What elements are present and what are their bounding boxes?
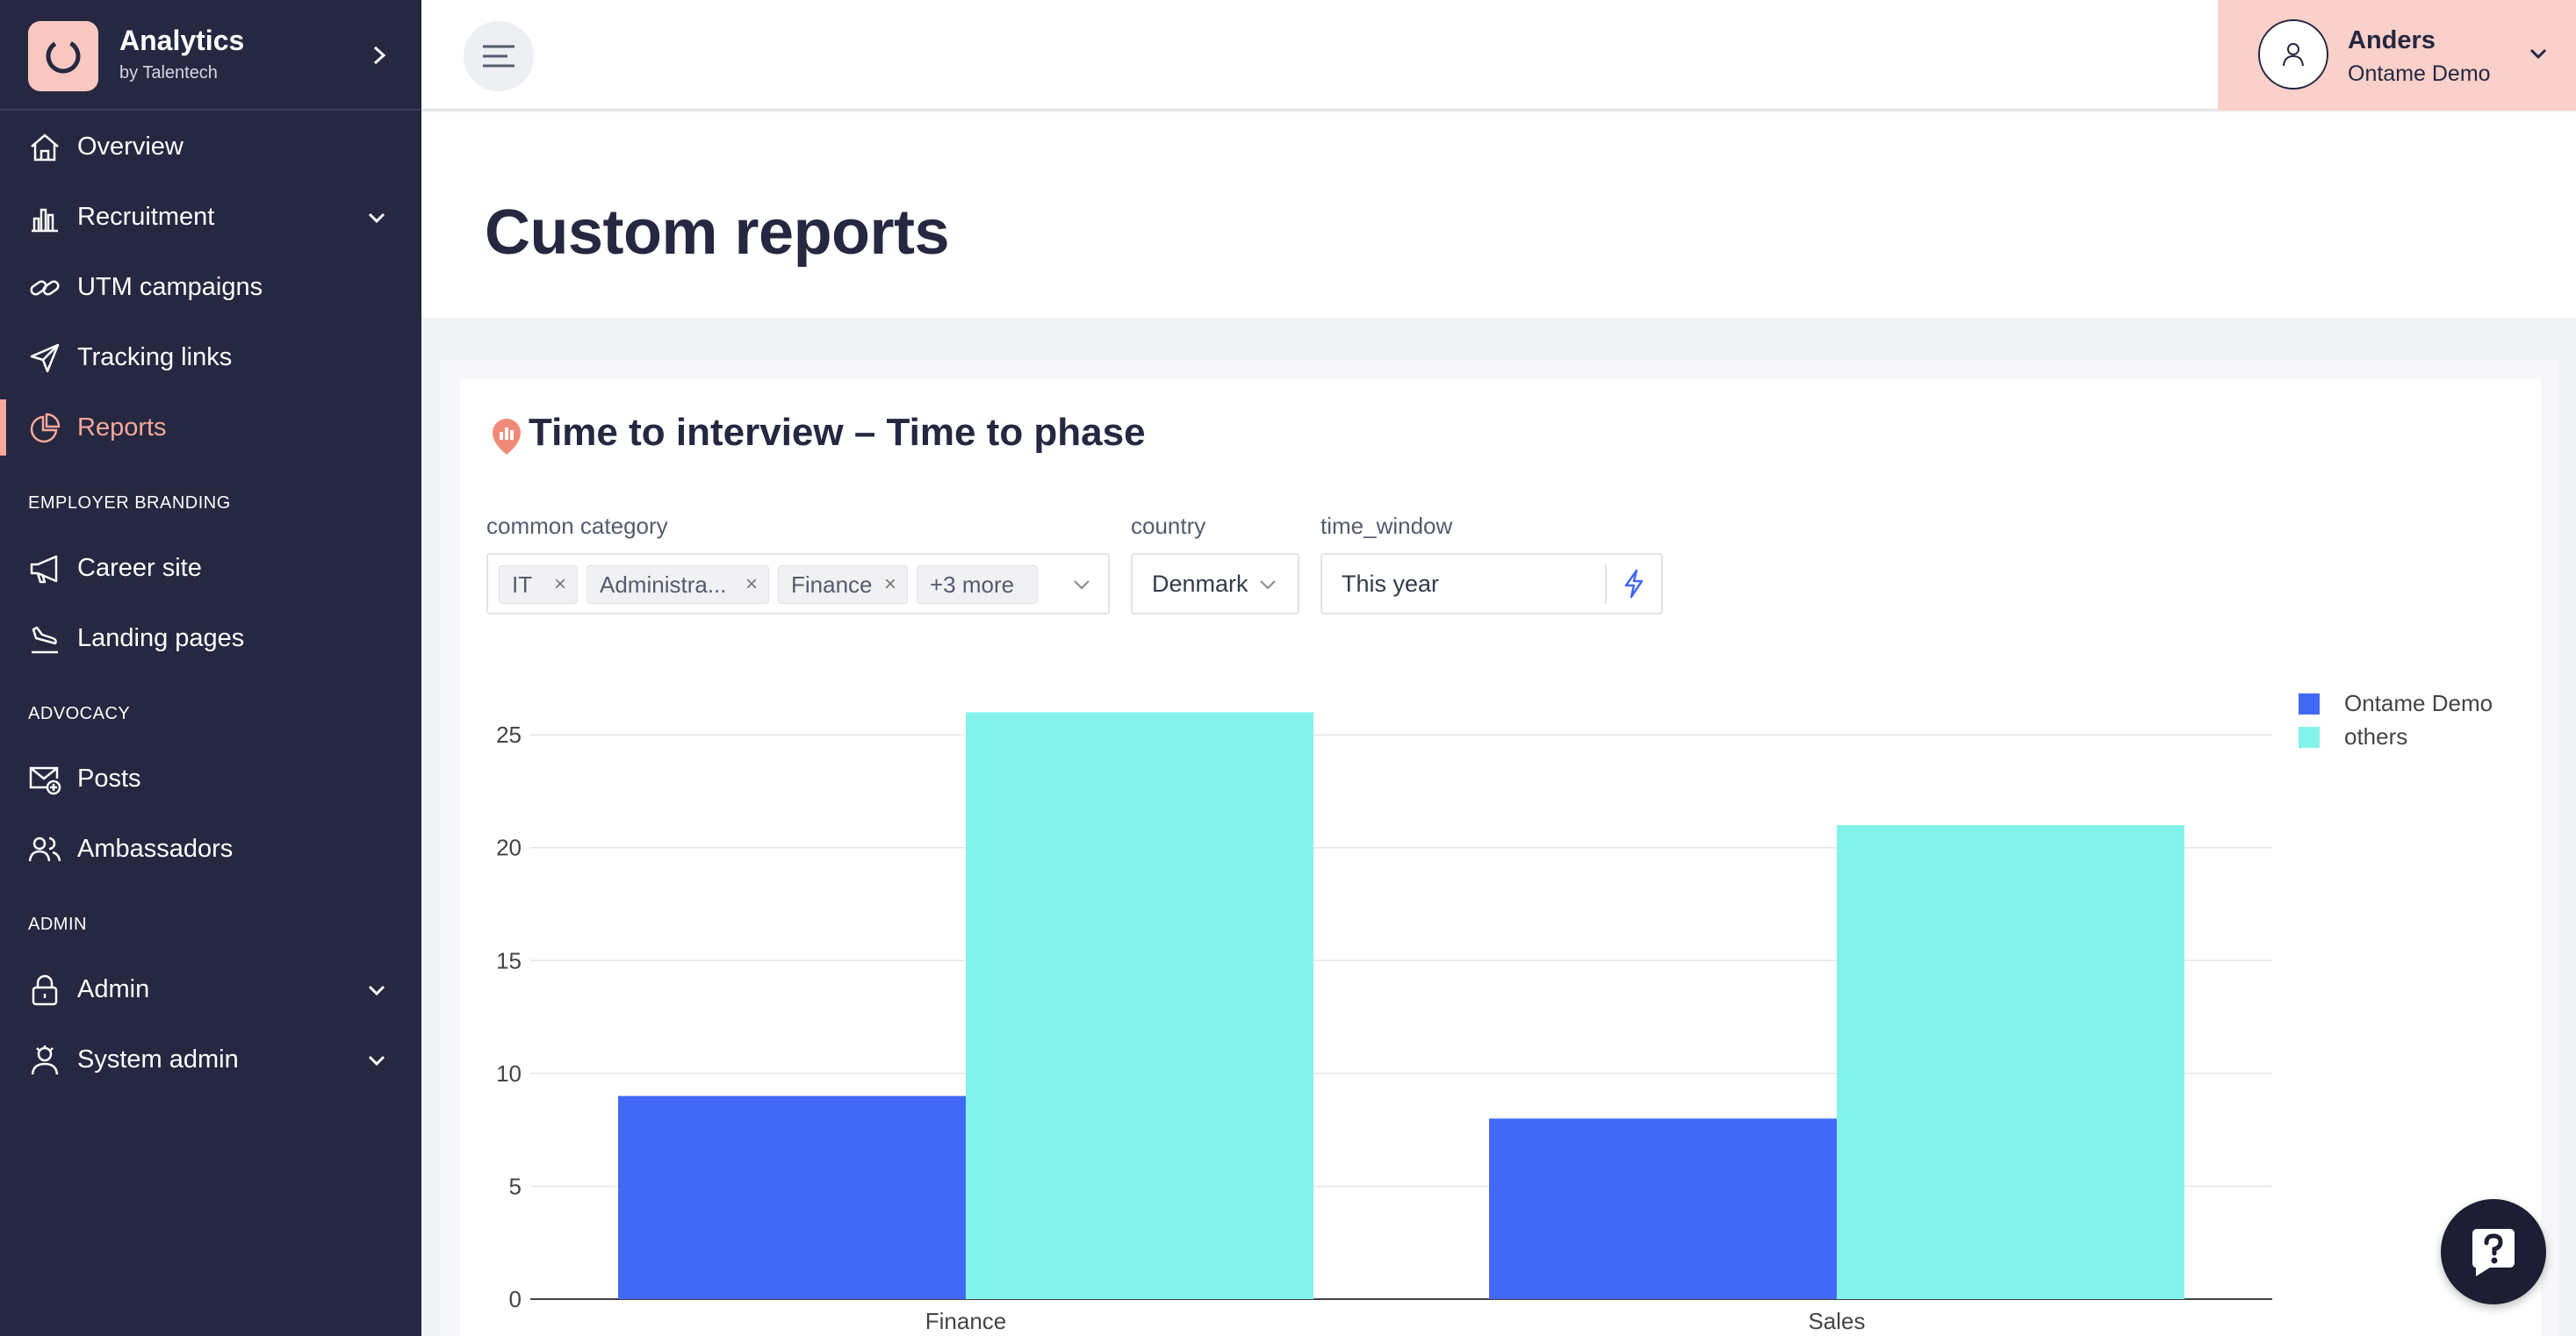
users-icon bbox=[28, 837, 61, 862]
sidebar-item-label: Tracking links bbox=[77, 342, 233, 371]
y-tick-label: 10 bbox=[496, 1060, 522, 1087]
tag-label: Finance bbox=[791, 571, 873, 598]
y-tick-label: 0 bbox=[509, 1286, 522, 1312]
legend-swatch bbox=[2299, 693, 2320, 715]
sidebar-item-career-site[interactable]: Career site bbox=[0, 536, 421, 600]
pie-chart-icon bbox=[30, 413, 61, 443]
filter-tag: Administra... × bbox=[586, 565, 769, 604]
sidebar-item-posts[interactable]: Posts bbox=[0, 747, 421, 810]
help-question-icon bbox=[2472, 1229, 2515, 1276]
user-icon bbox=[2283, 43, 2304, 67]
home-icon bbox=[31, 133, 59, 162]
analytics-logo-icon bbox=[28, 21, 98, 91]
sidebar-item-utm-campaigns[interactable]: UTM campaigns bbox=[0, 255, 421, 319]
sidebar-item-label: System admin bbox=[77, 1045, 239, 1074]
tag-label: Administra... bbox=[600, 571, 727, 598]
sidebar-item-label: Reports bbox=[77, 413, 167, 442]
bar-others-finance bbox=[966, 712, 1313, 1299]
page-title: Custom reports bbox=[485, 198, 950, 268]
chevron-down-icon bbox=[2529, 48, 2547, 60]
sidebar-item-system-admin[interactable]: System admin bbox=[0, 1028, 421, 1091]
page-header: Custom reports bbox=[421, 112, 2576, 318]
x-tick-label: Finance bbox=[925, 1308, 1007, 1334]
close-icon[interactable]: × bbox=[884, 566, 896, 603]
bar-chart: 0 5 10 15 20 25 Finance Sales Ontame Demo others bbox=[496, 690, 2493, 1334]
paper-plane-icon bbox=[30, 343, 60, 373]
filter-label-country: country bbox=[1131, 513, 1206, 539]
country-select[interactable]: Denmark bbox=[1131, 553, 1299, 614]
avatar bbox=[2258, 19, 2328, 90]
country-value: Denmark bbox=[1152, 571, 1248, 597]
section-advocacy: ADVOCACY bbox=[28, 704, 131, 723]
legend-label: others bbox=[2344, 723, 2407, 750]
link-icon bbox=[30, 280, 60, 296]
y-tick-label: 25 bbox=[496, 722, 522, 748]
filter-tag: Finance × bbox=[778, 565, 908, 604]
lightning-icon[interactable] bbox=[1621, 569, 1647, 599]
sidebar-item-label: UTM campaigns bbox=[77, 272, 263, 301]
bar-ontame-demo-sales bbox=[1489, 1118, 1837, 1299]
mail-plus-icon bbox=[29, 766, 61, 795]
bar-ontame-demo-finance bbox=[618, 1095, 966, 1299]
sidebar-item-ambassadors[interactable]: Ambassadors bbox=[0, 817, 421, 880]
user-menu[interactable]: Anders Ontame Demo bbox=[2218, 0, 2576, 111]
chevron-down-icon bbox=[368, 985, 385, 996]
sidebar-item-label: Landing pages bbox=[77, 623, 245, 652]
report-pin-icon bbox=[493, 419, 521, 455]
bar-chart-icon bbox=[32, 208, 58, 233]
divider bbox=[1605, 564, 1607, 604]
filter-tag: IT × bbox=[499, 565, 578, 604]
megaphone-icon bbox=[30, 555, 58, 584]
bar-others-sales bbox=[1837, 825, 2184, 1299]
user-name: Anders bbox=[2348, 26, 2436, 54]
lock-icon bbox=[32, 974, 58, 1006]
sidebar-item-label: Overview bbox=[77, 132, 183, 161]
plane-landing-icon bbox=[32, 626, 58, 654]
brand-subtitle: by Talentech bbox=[119, 63, 218, 83]
top-bar: Anders Ontame Demo bbox=[421, 0, 2576, 111]
sidebar-item-label: Admin bbox=[77, 974, 150, 1003]
legend-label: Ontame Demo bbox=[2344, 690, 2493, 716]
section-employer-branding: EMPLOYER BRANDING bbox=[28, 493, 231, 513]
category-multiselect[interactable]: IT × Administra... × Finance × +3 more bbox=[486, 553, 1110, 614]
report-title: Time to interview – Time to phase bbox=[529, 411, 1146, 454]
sidebar-item-admin[interactable]: Admin bbox=[0, 958, 421, 1021]
sidebar-item-recruitment[interactable]: Recruitment bbox=[0, 185, 421, 248]
more-tags-badge[interactable]: +3 more bbox=[917, 565, 1038, 604]
section-admin: ADMIN bbox=[28, 915, 87, 934]
y-tick-label: 20 bbox=[496, 835, 522, 861]
close-icon[interactable]: × bbox=[554, 566, 566, 603]
x-tick-label: Sales bbox=[1808, 1308, 1865, 1334]
menu-toggle-button[interactable] bbox=[464, 21, 534, 91]
sidebar-item-label: Ambassadors bbox=[77, 834, 234, 863]
chevron-down-icon bbox=[368, 212, 385, 224]
chevron-down-icon bbox=[1260, 580, 1276, 590]
sidebar-item-tracking-links[interactable]: Tracking links bbox=[0, 326, 421, 389]
hamburger-icon bbox=[483, 45, 514, 68]
time-window-value: This year bbox=[1342, 571, 1440, 597]
help-chat-button[interactable] bbox=[2441, 1199, 2546, 1304]
sidebar-item-label: Recruitment bbox=[77, 202, 215, 231]
y-tick-label: 15 bbox=[496, 947, 522, 973]
tag-label: IT bbox=[512, 571, 533, 598]
sidebar-item-label: Posts bbox=[77, 764, 141, 793]
chevron-down-icon bbox=[368, 1055, 385, 1067]
chevron-right-icon[interactable] bbox=[367, 40, 392, 70]
y-tick-label: 5 bbox=[509, 1173, 522, 1199]
close-icon[interactable]: × bbox=[745, 566, 758, 603]
filter-label-time-window: time_window bbox=[1320, 513, 1453, 539]
sidebar-item-landing-pages[interactable]: Landing pages bbox=[0, 607, 421, 670]
user-cog-icon bbox=[31, 1045, 59, 1075]
user-organization: Ontame Demo bbox=[2348, 61, 2491, 86]
sidebar: Analytics by Talentech Overview Recruitm… bbox=[0, 0, 421, 1336]
brand-header[interactable]: Analytics by Talentech bbox=[0, 0, 421, 111]
brand-title: Analytics bbox=[119, 25, 245, 56]
filter-label-category: common category bbox=[486, 513, 668, 539]
time-window-input[interactable]: This year bbox=[1320, 553, 1663, 614]
sidebar-item-label: Career site bbox=[77, 553, 202, 582]
sidebar-item-overview[interactable]: Overview bbox=[0, 115, 421, 178]
chevron-down-icon bbox=[1074, 580, 1090, 590]
sidebar-item-reports[interactable]: Reports bbox=[0, 396, 421, 459]
legend-swatch bbox=[2299, 727, 2320, 748]
